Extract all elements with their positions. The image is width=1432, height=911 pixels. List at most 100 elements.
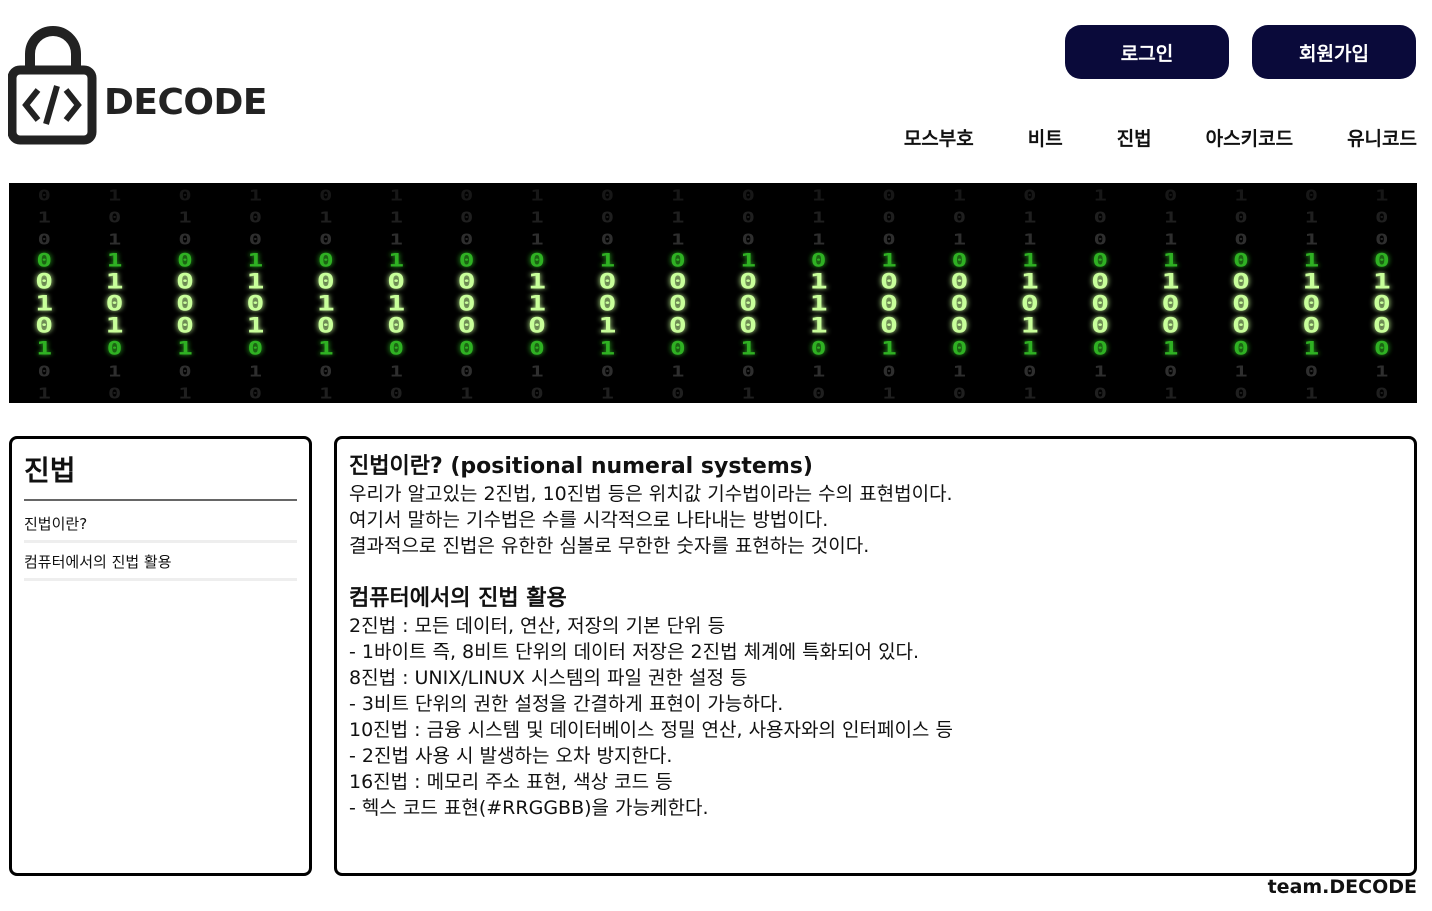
binary-digit: 0 xyxy=(460,209,473,227)
binary-digit: 0 xyxy=(1233,250,1249,271)
binary-digit: 1 xyxy=(810,314,828,338)
binary-digit: 0 xyxy=(460,363,473,381)
binary-digit: 0 xyxy=(1162,314,1180,338)
binary-digit: 0 xyxy=(953,209,966,227)
nav-bit[interactable]: 비트 xyxy=(1028,124,1063,151)
sidebar-item-what-is-radix[interactable]: 진법이란? xyxy=(24,505,297,543)
binary-digit: 0 xyxy=(950,270,968,294)
binary-digit: 1 xyxy=(1021,314,1039,338)
binary-digit: 0 xyxy=(882,209,895,227)
binary-digit: 0 xyxy=(529,250,545,271)
binary-digit: 0 xyxy=(530,385,543,403)
binary-digit: 1 xyxy=(1164,385,1177,403)
binary-digit: 0 xyxy=(248,338,264,359)
binary-digit: 0 xyxy=(739,270,757,294)
binary-digit: 0 xyxy=(1375,209,1388,227)
binary-digit: 0 xyxy=(882,187,895,205)
binary-digit: 1 xyxy=(108,231,121,249)
binary-digit: 1 xyxy=(600,250,616,271)
content-line: 8진법 : UNIX/LINUX 시스템의 파일 권한 설정 등 xyxy=(349,667,748,689)
binary-digit: 0 xyxy=(1234,231,1247,249)
sidebar-item-radix-in-computers[interactable]: 컴퓨터에서의 진법 활용 xyxy=(24,543,297,581)
binary-digit: 1 xyxy=(108,363,121,381)
content-line: - 3비트 단위의 권한 설정을 간결하게 표현이 가능하다. xyxy=(349,693,784,715)
binary-digit: 1 xyxy=(528,292,546,316)
binary-digit: 0 xyxy=(246,292,264,316)
binary-digit: 1 xyxy=(1164,231,1177,249)
binary-digit: 1 xyxy=(249,187,262,205)
nav-morse[interactable]: 모스부호 xyxy=(904,124,974,151)
sidebar-title: 진법 xyxy=(24,449,297,501)
binary-digit: 0 xyxy=(38,231,51,249)
binary-digit: 1 xyxy=(178,385,191,403)
binary-digit: 0 xyxy=(1164,363,1177,381)
binary-digit: 1 xyxy=(319,209,332,227)
nav-unicode[interactable]: 유니코드 xyxy=(1347,124,1417,151)
binary-digit: 1 xyxy=(1164,209,1177,227)
binary-digit: 0 xyxy=(1091,314,1109,338)
binary-digit: 1 xyxy=(1375,363,1388,381)
binary-digit: 0 xyxy=(1302,314,1320,338)
binary-digit: 0 xyxy=(950,314,968,338)
binary-digit: 1 xyxy=(318,338,334,359)
binary-digit: 0 xyxy=(1092,338,1108,359)
binary-digit: 0 xyxy=(249,231,262,249)
binary-digit: 1 xyxy=(598,314,616,338)
binary-digit: 0 xyxy=(950,292,968,316)
binary-digit: 0 xyxy=(952,338,968,359)
binary-digit: 1 xyxy=(390,187,403,205)
binary-digit: 1 xyxy=(249,363,262,381)
binary-digit: 1 xyxy=(106,270,124,294)
binary-digit: 0 xyxy=(36,250,52,271)
binary-digit: 1 xyxy=(35,292,53,316)
binary-digit: 0 xyxy=(880,270,898,294)
content-line: - 2진법 사용 시 발생하는 오차 방지한다. xyxy=(349,745,673,767)
binary-digit: 0 xyxy=(35,270,53,294)
nav-radix[interactable]: 진법 xyxy=(1117,124,1152,151)
binary-digit: 1 xyxy=(319,385,332,403)
binary-digit: 0 xyxy=(178,187,191,205)
binary-digit: 0 xyxy=(108,385,121,403)
binary-digit: 0 xyxy=(319,187,332,205)
binary-digit: 1 xyxy=(671,363,684,381)
binary-digit: 1 xyxy=(177,338,193,359)
content-line: 결과적으로 진법은 유한한 심볼로 무한한 숫자를 표현하는 것이다. xyxy=(349,535,870,557)
nav-ascii[interactable]: 아스키코드 xyxy=(1206,124,1293,151)
binary-digit: 0 xyxy=(1234,385,1247,403)
signup-button[interactable]: 회원가입 xyxy=(1252,25,1416,79)
binary-digit: 1 xyxy=(390,209,403,227)
binary-digit: 1 xyxy=(1021,270,1039,294)
binary-digit: 0 xyxy=(598,270,616,294)
binary-digit: 1 xyxy=(387,292,405,316)
binary-digit: 0 xyxy=(176,292,194,316)
binary-digit: 0 xyxy=(671,385,684,403)
binary-digit: 0 xyxy=(106,292,124,316)
binary-digit: 1 xyxy=(1094,363,1107,381)
binary-digit: 1 xyxy=(530,363,543,381)
binary-digit: 0 xyxy=(1232,314,1250,338)
binary-digit: 0 xyxy=(880,292,898,316)
binary-digit: 0 xyxy=(387,270,405,294)
binary-digit: 0 xyxy=(669,314,687,338)
binary-digit: 0 xyxy=(249,209,262,227)
binary-digit: 0 xyxy=(1164,187,1177,205)
binary-digit: 0 xyxy=(460,187,473,205)
footer-credit: team.DECODE xyxy=(1267,876,1417,898)
binary-digit: 0 xyxy=(1234,209,1247,227)
binary-digit: 1 xyxy=(671,187,684,205)
binary-digit: 0 xyxy=(670,250,686,271)
binary-digit: 1 xyxy=(317,292,335,316)
binary-digit: 1 xyxy=(107,250,123,271)
binary-digit: 1 xyxy=(1373,270,1391,294)
binary-digit: 0 xyxy=(742,209,755,227)
binary-digit: 0 xyxy=(459,338,475,359)
binary-digit: 1 xyxy=(1234,363,1247,381)
binary-digit: 0 xyxy=(317,270,335,294)
binary-digit: 0 xyxy=(1232,292,1250,316)
login-button[interactable]: 로그인 xyxy=(1065,25,1229,79)
binary-banner: 0101010101010101010110101101010100101010… xyxy=(9,183,1417,403)
content-line: - 1바이트 즉, 8비트 단위의 데이터 저장은 2진법 체계에 특화되어 있… xyxy=(349,641,920,663)
binary-digit: 0 xyxy=(811,250,827,271)
binary-digit: 0 xyxy=(459,250,475,271)
binary-digit: 1 xyxy=(1023,385,1036,403)
